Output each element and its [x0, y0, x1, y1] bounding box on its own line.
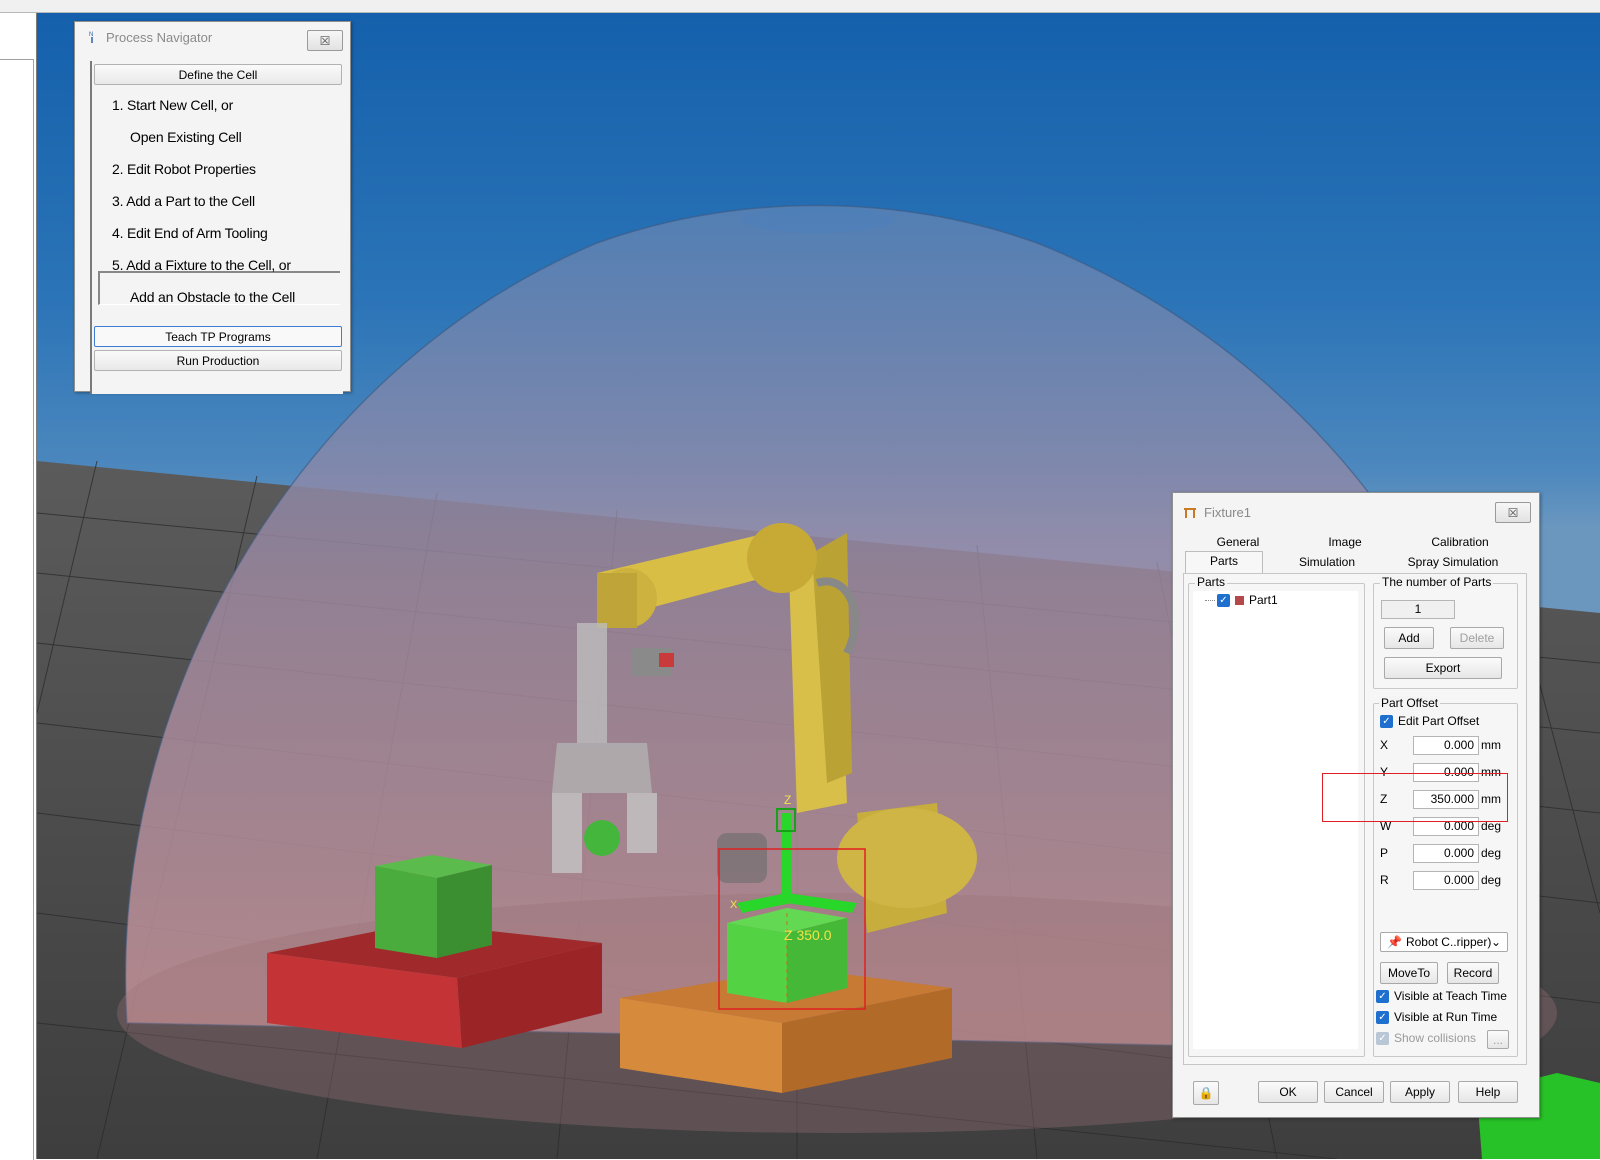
- left-side-panel: [0, 13, 37, 1160]
- left-panel-frame: [0, 59, 34, 1160]
- z-field-highlight-box: [1322, 773, 1508, 822]
- fixture-titlebar: Fixture1: [1173, 493, 1539, 531]
- offset-x-field[interactable]: 0.000: [1413, 736, 1479, 755]
- chevron-down-icon: ⌄: [1490, 935, 1501, 949]
- navigator-close-button[interactable]: ☒: [307, 30, 343, 51]
- tree-connector: [1205, 599, 1215, 601]
- step-edit-eoat[interactable]: 4. Edit End of Arm Tooling: [112, 225, 268, 241]
- tab-spray-simulation[interactable]: Spray Simulation: [1388, 553, 1518, 572]
- tree-item-part1[interactable]: ✓ Part1: [1205, 593, 1278, 607]
- pin-icon: 📌: [1387, 935, 1402, 949]
- robot-select-value: Robot C..ripper): [1405, 935, 1492, 949]
- show-collisions-checkbox[interactable]: ✓: [1376, 1032, 1389, 1045]
- gizmo-x-label: X: [730, 899, 738, 911]
- record-button[interactable]: Record: [1447, 962, 1499, 984]
- edit-part-offset-checkbox[interactable]: ✓: [1380, 715, 1393, 728]
- part-cube-icon: [1235, 595, 1244, 605]
- run-production-button[interactable]: Run Production: [94, 350, 342, 371]
- tab-image[interactable]: Image: [1300, 533, 1390, 552]
- apply-button[interactable]: Apply: [1390, 1081, 1450, 1103]
- gizmo-z-label: Z: [784, 793, 792, 807]
- z-value-readout: Z 350.0: [784, 927, 832, 943]
- tab-calibration[interactable]: Calibration: [1415, 533, 1505, 552]
- close-icon: ☒: [319, 33, 331, 48]
- number-of-parts-label: The number of Parts: [1380, 575, 1494, 589]
- part1-visible-checkbox[interactable]: ✓: [1217, 593, 1230, 607]
- robot-select-dropdown[interactable]: 📌 Robot C..ripper) ⌄: [1380, 932, 1508, 952]
- part-offset-label: Part Offset: [1379, 696, 1441, 710]
- offset-p-label: P: [1380, 846, 1389, 860]
- edit-part-offset-label: Edit Part Offset: [1398, 714, 1480, 728]
- moveto-button[interactable]: MoveTo: [1380, 962, 1438, 984]
- ok-button[interactable]: OK: [1258, 1081, 1318, 1103]
- dome-top-cap: [741, 207, 893, 233]
- tab-simulation[interactable]: Simulation: [1281, 553, 1373, 572]
- top-menu-strip: [0, 0, 1600, 13]
- cancel-button[interactable]: Cancel: [1324, 1081, 1384, 1103]
- step-edit-robot-properties[interactable]: 2. Edit Robot Properties: [112, 161, 256, 177]
- process-navigator-body: Define the Cell 1. Start New Cell, or Op…: [90, 61, 343, 394]
- parts-group-label: Parts: [1195, 575, 1228, 589]
- fixture-icon: [1183, 505, 1197, 519]
- close-icon: ☒: [1507, 505, 1519, 520]
- step-add-obstacle[interactable]: Add an Obstacle to the Cell: [130, 289, 295, 305]
- define-cell-button[interactable]: Define the Cell: [94, 64, 342, 85]
- offset-p-field[interactable]: 0.000: [1413, 844, 1479, 863]
- process-navigator-title: Process Navigator: [106, 29, 213, 45]
- step-start-new-cell[interactable]: 1. Start New Cell, or: [112, 97, 233, 113]
- process-navigator-window: N Process Navigator ☒ Define the Cell 1.…: [74, 21, 351, 394]
- offset-x-label: X: [1380, 738, 1389, 752]
- step-add-part[interactable]: 3. Add a Part to the Cell: [112, 193, 255, 209]
- offset-r-field[interactable]: 0.000: [1413, 871, 1479, 890]
- offset-r-label: R: [1380, 873, 1389, 887]
- fixture-close-button[interactable]: ☒: [1495, 502, 1531, 523]
- help-button[interactable]: Help: [1458, 1081, 1518, 1103]
- teach-tp-programs-button[interactable]: Teach TP Programs: [94, 326, 342, 347]
- fixture-title: Fixture1: [1204, 504, 1251, 520]
- export-button[interactable]: Export: [1384, 657, 1502, 679]
- visible-run-label: Visible at Run Time: [1394, 1010, 1498, 1024]
- visible-run-checkbox[interactable]: ✓: [1376, 1011, 1389, 1024]
- tcp-ball: [584, 820, 620, 856]
- lock-button[interactable]: 🔒: [1193, 1081, 1219, 1105]
- tab-general[interactable]: General: [1193, 533, 1283, 552]
- number-of-parts-field: 1: [1381, 600, 1455, 619]
- tab-parts[interactable]: Parts: [1185, 551, 1263, 574]
- delete-part-button[interactable]: Delete: [1450, 627, 1504, 649]
- offset-p-unit: deg: [1481, 846, 1502, 860]
- collisions-ellipsis-button[interactable]: ...: [1487, 1030, 1509, 1049]
- visible-teach-checkbox[interactable]: ✓: [1376, 990, 1389, 1003]
- step-open-existing-cell[interactable]: Open Existing Cell: [130, 129, 242, 145]
- show-collisions-label: Show collisions: [1394, 1031, 1477, 1045]
- green-box-left: [375, 855, 492, 958]
- part1-label: Part1: [1249, 593, 1278, 607]
- visible-teach-label: Visible at Teach Time: [1394, 989, 1507, 1003]
- navigator-icon: N: [85, 30, 99, 44]
- lock-icon: 🔒: [1198, 1086, 1214, 1100]
- step-add-fixture[interactable]: 5. Add a Fixture to the Cell, or: [112, 257, 291, 273]
- offset-x-unit: mm: [1481, 738, 1501, 752]
- add-part-button[interactable]: Add: [1384, 627, 1434, 649]
- offset-r-unit: deg: [1481, 873, 1502, 887]
